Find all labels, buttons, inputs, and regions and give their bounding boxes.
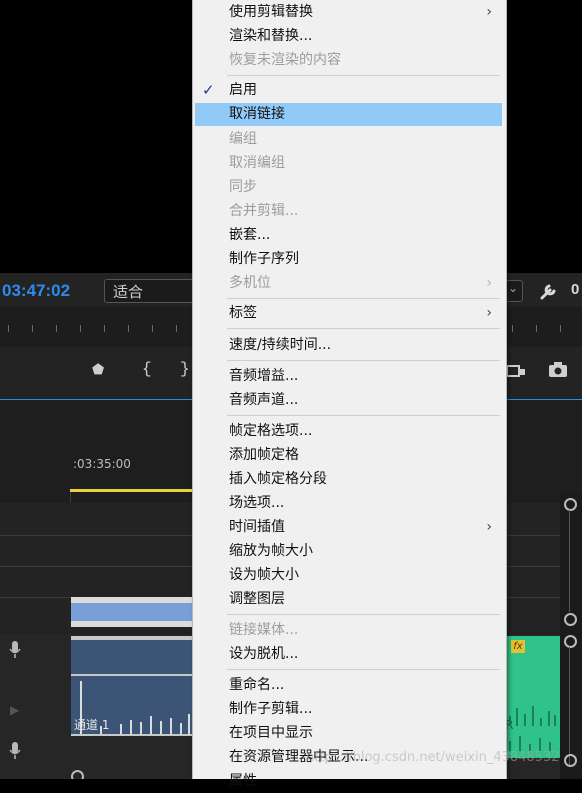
menu-item-label: 设为帧大小 [229, 567, 299, 583]
chevron-right-icon: › [486, 305, 492, 321]
chevron-right-icon: › [486, 275, 492, 291]
menu-item-label: 音频增益... [229, 368, 299, 384]
horizontal-scroll-handle[interactable] [71, 770, 84, 779]
menu-item-audio-gain[interactable]: 音频增益... [195, 365, 502, 388]
video-clip[interactable] [71, 597, 196, 627]
timeline-ruler-time: :03:35:00 [73, 457, 131, 471]
fit-dropdown[interactable]: 适合 [104, 279, 198, 303]
fx-badge: fx [511, 640, 525, 653]
menu-item-label: 属性 [229, 773, 257, 789]
menu-item-merge-clips: 合并剪辑... [195, 200, 502, 223]
chevron-right-icon: › [486, 519, 492, 535]
menu-item-label: 同步 [229, 179, 257, 195]
menu-item-label: 速度/持续时间... [229, 337, 332, 353]
menu-item-label: 制作子序列 [229, 251, 299, 267]
watermark: https://blog.csdn.net/weixin_43848532 [306, 750, 560, 765]
menu-item-reveal-in-project[interactable]: 在项目中显示 [195, 722, 502, 745]
menu-item-label: 编组 [229, 131, 257, 147]
menu-item-time-interpolation[interactable]: 时间插值 › [195, 516, 502, 539]
menu-item-label: 场选项... [229, 495, 285, 511]
add-marker-icon[interactable]: ⬟ [92, 362, 104, 378]
menu-item-label: 多机位 [229, 275, 271, 291]
menu-item-multi-camera: 多机位 › [195, 272, 502, 295]
menu-item-group: 编组 [195, 128, 502, 151]
menu-item-set-to-frame-size[interactable]: 设为帧大小 [195, 564, 502, 587]
context-menu: 使用剪辑替换 › 渲染和替换... 恢复未渲染的内容 ✓ 启用 取消链接 编组 取消… [192, 0, 507, 789]
menu-item-label: 取消编组 [229, 155, 285, 171]
menu-item-scale-to-frame-size[interactable]: 缩放为帧大小 [195, 540, 502, 563]
menu-item-nest[interactable]: 嵌套... [195, 224, 502, 247]
export-frame-settings-icon[interactable] [506, 362, 526, 378]
menu-item-label: 渲染和替换... [229, 28, 313, 44]
chevron-down-icon: ⌄ [508, 281, 519, 295]
playhead-timecode[interactable]: 03:47:02 [2, 281, 70, 301]
menu-item-label: 设为脱机... [229, 646, 299, 662]
mark-in-icon[interactable]: { [142, 360, 152, 378]
menu-item-make-subsequence[interactable]: 制作子序列 [195, 248, 502, 271]
menu-item-synchronize: 同步 [195, 176, 502, 199]
wrench-value: 0 [571, 281, 580, 298]
vertical-scrollbar[interactable] [560, 492, 582, 779]
menu-item-adjustment-layer[interactable]: 调整图层 [195, 588, 502, 611]
menu-item-label: 标签 [229, 305, 257, 321]
menu-item-label: 在项目中显示 [229, 725, 313, 741]
menu-item-label: 添加帧定格 [229, 447, 299, 463]
menu-item-properties[interactable]: 属性 [195, 770, 502, 793]
menu-item-label-submenu[interactable]: 标签 › [195, 302, 502, 325]
chevron-right-icon: › [486, 4, 492, 20]
menu-item-label: 插入帧定格分段 [229, 471, 327, 487]
menu-item-label: 启用 [229, 82, 257, 98]
audio-clip-left[interactable]: 通道 1 [71, 636, 196, 736]
menu-item-enable[interactable]: ✓ 启用 [195, 79, 502, 102]
menu-item-make-subclip[interactable]: 制作子剪辑... [195, 698, 502, 721]
menu-item-audio-channels[interactable]: 音频声道... [195, 389, 502, 412]
menu-item-replace-with-clip[interactable]: 使用剪辑替换 › [195, 1, 502, 24]
resolution-dropdown[interactable]: ⌄ [506, 280, 523, 302]
fit-dropdown-label: 适合 [113, 283, 144, 301]
audio-clip-right[interactable]: fx R [505, 636, 560, 758]
menu-item-restore-unrendered: 恢复未渲染的内容 [195, 49, 502, 72]
menu-item-label: 重命名... [229, 677, 285, 693]
checkmark-icon: ✓ [202, 81, 215, 99]
menu-item-label: 制作子剪辑... [229, 701, 313, 717]
menu-item-ungroup: 取消编组 [195, 152, 502, 175]
menu-item-label: 帧定格选项... [229, 423, 313, 439]
menu-item-label: 音频声道... [229, 392, 299, 408]
menu-item-link-media: 链接媒体... [195, 619, 502, 642]
wrench-icon[interactable] [538, 280, 560, 302]
menu-item-rename[interactable]: 重命名... [195, 674, 502, 697]
menu-item-label: 合并剪辑... [229, 203, 299, 219]
menu-item-field-options[interactable]: 场选项... [195, 492, 502, 515]
expand-track-icon[interactable]: ▶ [10, 703, 19, 717]
menu-item-speed-duration[interactable]: 速度/持续时间... [195, 334, 502, 357]
microphone-icon[interactable] [9, 742, 21, 760]
camera-icon[interactable] [548, 362, 568, 378]
menu-item-make-offline[interactable]: 设为脱机... [195, 643, 502, 666]
menu-item-add-frame-hold[interactable]: 添加帧定格 [195, 444, 502, 467]
menu-item-label: 使用剪辑替换 [229, 4, 313, 20]
menu-item-label: 取消链接 [229, 106, 285, 122]
microphone-icon[interactable] [9, 641, 21, 659]
menu-item-label: 调整图层 [229, 591, 285, 607]
work-area-bar[interactable] [70, 489, 200, 492]
menu-item-label: 缩放为帧大小 [229, 543, 313, 559]
audio-clip-label: 通道 1 [74, 718, 110, 732]
mark-out-icon[interactable]: } [180, 360, 190, 378]
menu-item-label: 恢复未渲染的内容 [229, 52, 341, 68]
menu-item-frame-hold-options[interactable]: 帧定格选项... [195, 420, 502, 443]
menu-item-label: 嵌套... [229, 227, 271, 243]
menu-item-unlink[interactable]: 取消链接 [195, 103, 502, 126]
menu-item-label: 时间插值 [229, 519, 285, 535]
menu-item-render-and-replace[interactable]: 渲染和替换... [195, 25, 502, 48]
menu-item-insert-frame-hold-segment[interactable]: 插入帧定格分段 [195, 468, 502, 491]
menu-item-label: 链接媒体... [229, 622, 299, 638]
